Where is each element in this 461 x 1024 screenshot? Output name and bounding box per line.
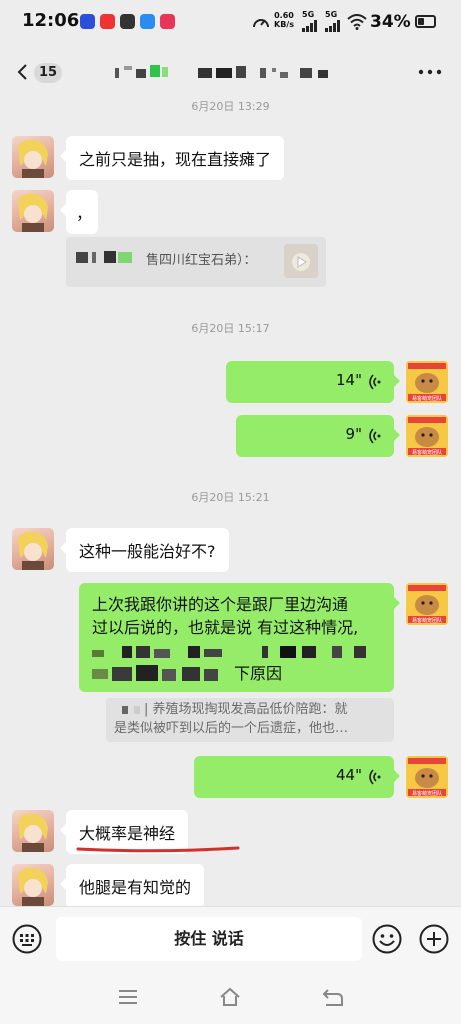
speed-gauge-icon [253, 19, 269, 28]
avatar-self[interactable]: 易客萌宠团队 [406, 415, 448, 457]
status-bar: 12:06 0.60 KB/s 5G 5G 34% [0, 0, 461, 46]
net-speed: 0.60 KB/s [274, 11, 294, 29]
voice-message[interactable]: 14" [226, 361, 400, 403]
avatar-self[interactable]: 易客萌宠团队 [406, 361, 448, 403]
timestamp: 6月20日 15:17 [191, 322, 270, 335]
home-icon[interactable] [219, 986, 241, 1008]
quoted-message[interactable]: 售四川红宝石弟）： [66, 237, 326, 287]
avatar-illustration [18, 813, 48, 852]
chat-title-redacted [115, 65, 328, 78]
message-text-tail: 下原因 [234, 664, 283, 683]
app-icon-taobao [120, 14, 135, 29]
message-bubble[interactable]: 他腿是有知觉的 [59, 864, 205, 908]
chat-header: 15 [0, 46, 461, 98]
hamster-sticker-icon: 易客萌宠团队 [406, 361, 448, 403]
input-bar: 按住 说话 [0, 906, 461, 970]
chevron-left-icon[interactable] [14, 63, 32, 81]
signal-bars-icon [302, 20, 317, 32]
redacted-text [92, 665, 218, 681]
quoted-message[interactable]: | 养殖场现掏现发高品低价陪跑：就 是类似被吓到以后的一个后遗症，他也… [106, 698, 394, 742]
voice-wave-icon [369, 428, 381, 444]
battery-percent: 34% [370, 12, 411, 32]
back-icon[interactable] [322, 986, 344, 1008]
sticker-label: 易客萌宠团队 [412, 449, 442, 456]
quoted-thumbnail[interactable] [284, 244, 318, 278]
message-text-line: 过以后说的，也就是说 有过这种情况, [92, 618, 359, 637]
voice-duration: 9" [345, 425, 362, 443]
underline-annotation [76, 846, 240, 853]
signal-bars-icon-2 [325, 20, 340, 32]
avatar[interactable] [12, 528, 54, 570]
ellipsis-icon[interactable] [418, 68, 442, 76]
net-speed-value: 0.60 [274, 11, 294, 20]
battery-icon [415, 15, 436, 28]
message-bubble[interactable]: 这种一般能治好不? [60, 528, 229, 572]
message-text-line: 上次我跟你讲的这个是跟厂里边沟通 [92, 595, 349, 614]
voice-message[interactable]: 9" [236, 415, 400, 457]
avatar[interactable] [12, 864, 54, 906]
avatar-illustration [18, 139, 48, 178]
voice-duration: 44" [336, 766, 362, 784]
emoji-icon[interactable] [372, 924, 402, 954]
avatar-illustration [18, 193, 48, 232]
message-bubble[interactable]: ， [60, 190, 98, 234]
app-icon-browser [140, 14, 155, 29]
quoted-text-line1: 养殖场现掏现发高品低价陪跑：就 [152, 702, 348, 717]
voice-wave-icon [369, 769, 381, 785]
keyboard-icon[interactable] [12, 924, 42, 954]
menu-icon[interactable] [117, 986, 139, 1008]
app-icon-music [160, 14, 175, 29]
timestamp: 6月20日 15:21 [191, 491, 270, 504]
signal-gen-2: 5G [325, 10, 338, 19]
voice-wave-icon [369, 374, 381, 390]
avatar-illustration [18, 531, 48, 570]
hamster-sticker-icon: 易客萌宠团队 [406, 756, 448, 798]
avatar-illustration [18, 867, 48, 906]
sticker-label: 易客萌宠团队 [412, 395, 442, 402]
quoted-text-line2: 是类似被吓到以后的一个后遗症，他也… [114, 721, 349, 736]
avatar[interactable] [12, 190, 54, 232]
voice-duration: 14" [336, 371, 362, 389]
avatar-self[interactable]: 易客萌宠团队 [406, 583, 448, 625]
net-speed-unit: KB/s [274, 20, 294, 29]
quoted-text: 售四川红宝石弟）： [146, 253, 257, 268]
hamster-sticker-icon: 易客萌宠团队 [406, 583, 448, 625]
sticker-label: 易客萌宠团队 [412, 790, 442, 797]
message-list[interactable]: 6月20日 13:29 之前只是抽，现在直接瘫了 ， 售四川红宝石弟）： 6月2… [0, 98, 461, 908]
unread-count-badge[interactable]: 15 [34, 63, 62, 83]
plus-icon[interactable] [419, 924, 449, 954]
app-icon-news [100, 14, 115, 29]
voice-message[interactable]: 44" [194, 756, 400, 798]
play-icon [284, 244, 318, 278]
message-bubble[interactable]: 之前只是抽，现在直接瘫了 [59, 136, 285, 180]
redacted-text [92, 646, 366, 658]
status-time: 12:06 [22, 10, 80, 31]
avatar[interactable] [12, 810, 54, 852]
wifi-icon [347, 14, 367, 30]
signal-gen-1: 5G [302, 10, 315, 19]
hamster-sticker-icon: 易客萌宠团队 [406, 415, 448, 457]
hold-to-talk-button[interactable]: 按住 说话 [56, 917, 362, 961]
timestamp: 6月20日 13:29 [191, 100, 270, 113]
quoted-text: | 养殖场现掏现发高品低价陪跑：就 [144, 702, 348, 717]
app-icon-video [80, 14, 95, 29]
redacted-name [76, 251, 132, 263]
sticker-label: 易客萌宠团队 [412, 617, 442, 624]
avatar-self[interactable]: 易客萌宠团队 [406, 756, 448, 798]
avatar[interactable] [12, 136, 54, 178]
system-navigation-bar [0, 970, 461, 1024]
message-bubble-self[interactable]: 上次我跟你讲的这个是跟厂里边沟通 过以后说的，也就是说 有过这种情况, 下原因 [79, 583, 400, 692]
